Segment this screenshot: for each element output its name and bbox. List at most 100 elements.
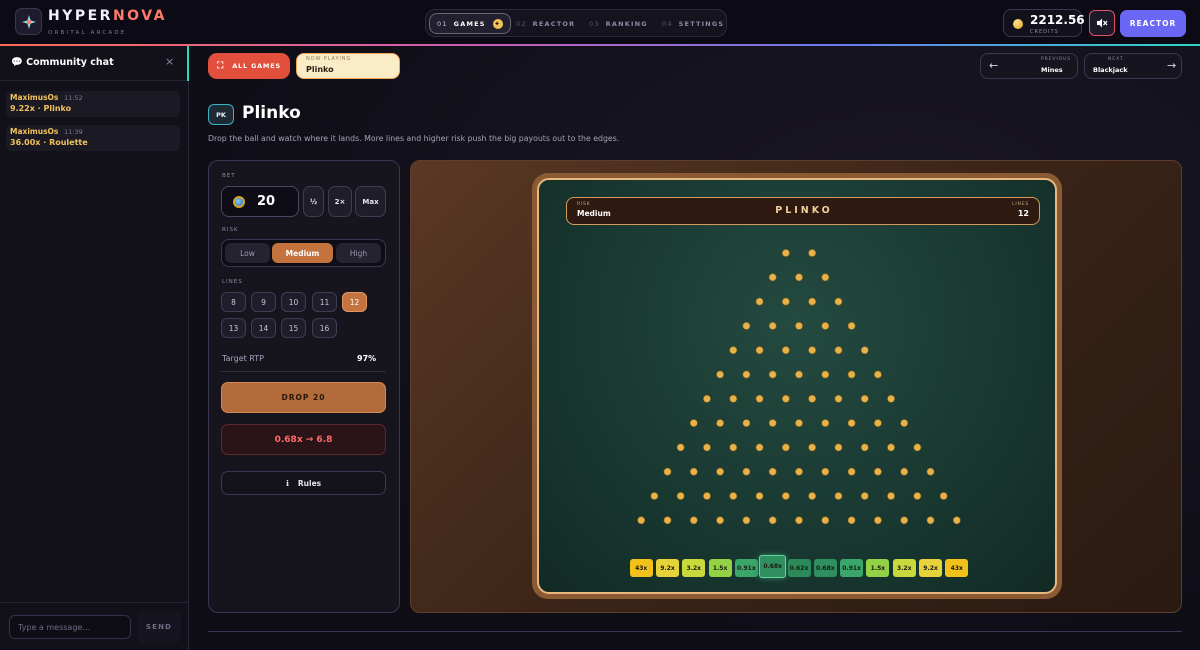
peg [729, 443, 738, 452]
rtp-label: Target RTP [222, 354, 264, 363]
all-games-button[interactable]: ⛶ ALL GAMES [208, 53, 290, 79]
lines-option[interactable]: 16 [312, 318, 337, 338]
peg [795, 370, 803, 379]
peg [900, 467, 909, 476]
send-button[interactable]: SEND [137, 611, 181, 643]
peg [952, 516, 961, 525]
tab-settings[interactable]: 04 SETTINGS [662, 13, 724, 34]
peg [808, 394, 817, 403]
chat-title: 💬 Community chat [11, 57, 114, 68]
multiplier-slot: 3.2x [682, 559, 706, 577]
lines-option[interactable]: 10 [281, 292, 306, 312]
next-game-button[interactable]: NEXT Blackjack → [1084, 53, 1182, 79]
risk-selector: Low Medium High [221, 239, 386, 267]
peg [847, 419, 856, 427]
peg [716, 370, 724, 379]
multiplier-slot: 3.2x [892, 559, 916, 577]
next-label: NEXT [1108, 57, 1124, 62]
credits-display: 2212.56 CREDITS [1003, 9, 1085, 37]
multiplier-slot: 0.91x [840, 559, 864, 577]
risk-low-button[interactable]: Low [225, 243, 270, 263]
tab-games[interactable]: 01 GAMES ✦ [429, 13, 511, 34]
peg [860, 346, 869, 355]
chat-text: 9.22x · Plinko [10, 104, 72, 113]
mute-button[interactable] [1089, 10, 1115, 36]
lines-option[interactable]: 9 [251, 292, 276, 312]
peg [887, 394, 895, 403]
chat-message-input[interactable] [9, 615, 131, 639]
peg [887, 443, 895, 452]
peg [729, 492, 738, 500]
previous-game: Mines [1041, 66, 1063, 74]
peg [768, 467, 777, 476]
peg [808, 249, 817, 257]
double-bet-button[interactable]: 2× [328, 186, 352, 217]
lines-option[interactable]: 15 [281, 318, 306, 338]
lines-option[interactable]: 14 [251, 318, 276, 338]
divider [221, 371, 386, 372]
peg [913, 443, 922, 452]
lines-option[interactable]: 13 [221, 318, 246, 338]
lines-option-selected[interactable]: 12 [342, 292, 367, 312]
lines-option[interactable]: 11 [312, 292, 337, 312]
peg [821, 419, 830, 427]
peg [716, 419, 724, 427]
tab-ranking[interactable]: 03 RANKING [589, 13, 648, 34]
peg [860, 492, 869, 500]
tab-reactor[interactable]: 02 REACTOR [516, 13, 575, 34]
bet-amount-field[interactable]: 20 [221, 186, 299, 217]
peg [755, 394, 764, 403]
chat-bubble-icon: 💬 [11, 57, 23, 68]
now-playing-label: NOW PLAYING [306, 56, 352, 62]
peg [663, 467, 672, 476]
bet-label: BET [222, 173, 236, 179]
peg [703, 394, 711, 403]
now-playing-card: NOW PLAYING Plinko [296, 53, 400, 79]
bet-controls-panel: BET 20 ½ 2× Max RISK Low Medium High LIN… [208, 160, 400, 613]
max-bet-button[interactable]: Max [355, 186, 386, 217]
credits-label: CREDITS [1030, 29, 1059, 35]
multiplier-slot: 0.68x [759, 555, 787, 578]
peg [821, 516, 830, 525]
chat-user: MaximusOs [10, 93, 59, 102]
peg [742, 467, 751, 476]
peg [768, 370, 777, 379]
peg [926, 467, 935, 476]
peg [808, 297, 817, 306]
half-bet-button[interactable]: ½ [303, 186, 324, 217]
lines-option[interactable]: 8 [221, 292, 246, 312]
reactor-button[interactable]: REACTOR [1120, 10, 1186, 37]
risk-high-button[interactable]: High [336, 243, 381, 263]
close-icon[interactable]: × [165, 55, 174, 68]
peg [821, 467, 830, 476]
coin-icon [233, 196, 245, 208]
peg [729, 346, 738, 355]
peg [860, 394, 869, 403]
multiplier-slot: 9.2x [656, 559, 679, 577]
risk-medium-button[interactable]: Medium [272, 243, 333, 263]
peg [742, 370, 751, 379]
peg [821, 321, 830, 330]
rules-button[interactable]: ℹ Rules [221, 471, 386, 495]
previous-game-button[interactable]: ← PREVIOUS Mines [980, 53, 1078, 79]
peg [808, 443, 817, 452]
peg [926, 516, 935, 525]
star-badge-icon: ✦ [492, 18, 503, 29]
peg [795, 516, 803, 525]
drop-ball-button[interactable]: DROP 20 [221, 382, 386, 413]
peg [781, 492, 790, 500]
peg [637, 516, 646, 525]
peg [663, 516, 672, 525]
peg [795, 419, 803, 427]
multiplier-slot: 43x [945, 559, 969, 577]
coin-icon [1013, 19, 1023, 29]
peg [703, 492, 711, 500]
brand-name: HYPERNOVA [48, 8, 167, 24]
peg [689, 467, 698, 476]
multiplier-slot: 0.91x [734, 559, 758, 577]
arrow-left-icon: ← [989, 59, 999, 72]
chat-time: 11:52 [64, 94, 83, 102]
grid-icon: ⛶ [217, 61, 225, 71]
peg [755, 443, 764, 452]
info-icon: ℹ [285, 478, 289, 488]
